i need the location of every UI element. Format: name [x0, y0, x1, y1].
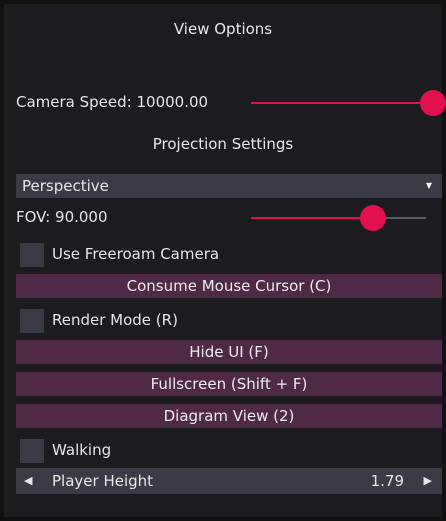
fov-slider-thumb[interactable]	[360, 205, 386, 231]
view-options-panel: View Options Camera Speed: 10000.00 Proj…	[4, 4, 446, 517]
render-mode-row[interactable]: Render Mode (R)	[16, 309, 436, 333]
freeroam-camera-label: Use Freeroam Camera	[52, 245, 220, 263]
diagram-view-button[interactable]: Diagram View (2)	[16, 404, 442, 428]
walking-checkbox[interactable]	[20, 439, 44, 463]
hide-ui-button[interactable]: Hide UI (F)	[16, 340, 442, 364]
render-mode-checkbox[interactable]	[20, 309, 44, 333]
fov-slider[interactable]	[251, 205, 426, 231]
camera-speed-slider-row: Camera Speed: 10000.00	[16, 88, 446, 116]
projection-mode-value: Perspective	[22, 177, 109, 195]
player-height-value: 1.79	[370, 472, 404, 490]
camera-speed-slider-thumb[interactable]	[420, 90, 446, 116]
fov-slider-fill	[251, 217, 373, 219]
consume-mouse-cursor-button[interactable]: Consume Mouse Cursor (C)	[16, 274, 442, 298]
camera-speed-label: Camera Speed: 10000.00	[16, 93, 209, 111]
camera-speed-slider[interactable]	[251, 90, 446, 116]
freeroam-camera-row[interactable]: Use Freeroam Camera	[16, 243, 436, 267]
chevron-down-icon: ▼	[425, 181, 432, 190]
panel-title: View Options	[173, 20, 273, 38]
player-height-stepper[interactable]: ◀ Player Height 1.79 ▶	[16, 468, 442, 494]
freeroam-camera-checkbox[interactable]	[20, 243, 44, 267]
fov-slider-row: FOV: 90.000	[16, 203, 436, 231]
player-height-label: Player Height	[52, 472, 154, 490]
walking-label: Walking	[52, 441, 112, 459]
projection-mode-dropdown[interactable]: Perspective ▼	[16, 174, 442, 198]
projection-settings-title: Projection Settings	[152, 135, 294, 153]
camera-speed-slider-fill	[251, 102, 433, 104]
walking-row[interactable]: Walking	[16, 439, 436, 463]
fullscreen-button[interactable]: Fullscreen (Shift + F)	[16, 372, 442, 396]
decrement-arrow-icon[interactable]: ◀	[24, 468, 32, 494]
increment-arrow-icon[interactable]: ▶	[424, 468, 432, 494]
render-mode-label: Render Mode (R)	[52, 311, 178, 329]
fov-label: FOV: 90.000	[16, 208, 108, 226]
